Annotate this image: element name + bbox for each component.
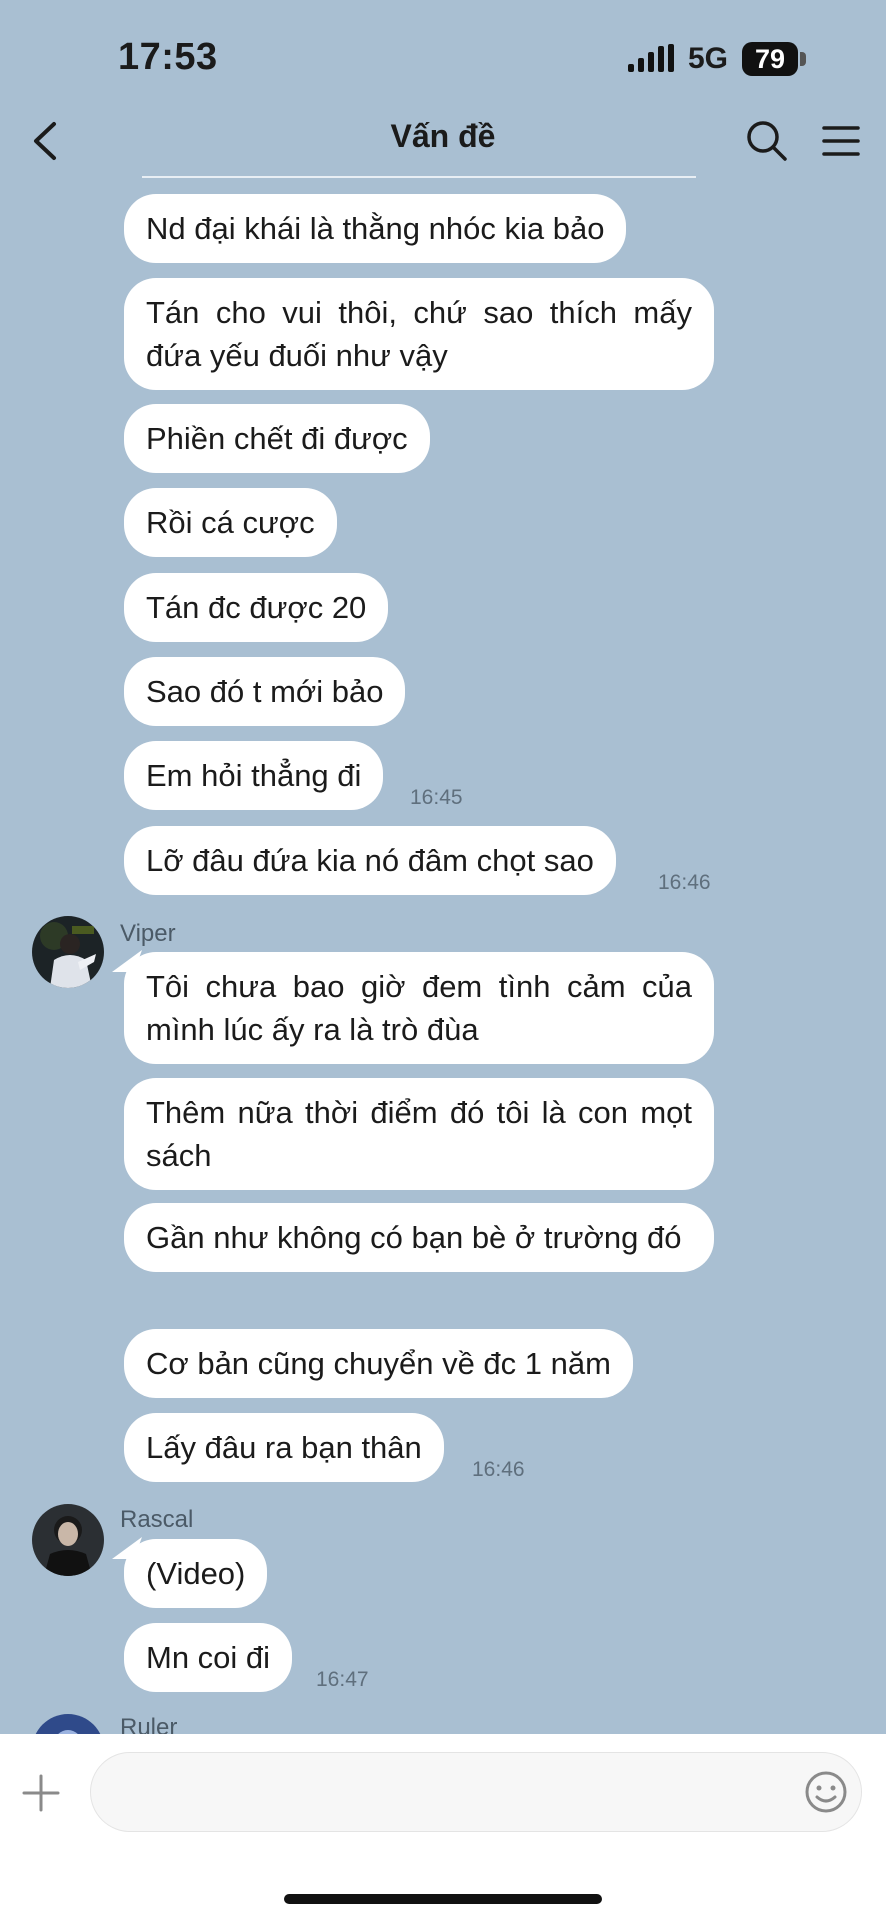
sender-name: Viper	[120, 920, 176, 947]
emoji-icon[interactable]	[804, 1770, 848, 1814]
message-text: Tôi chưa bao giờ đem tình cảm của mình l…	[146, 969, 692, 1047]
message-text: Tán đc được 20	[146, 590, 367, 625]
message-bubble[interactable]: Sao đó t mới bảo	[124, 657, 406, 726]
message-text: (Video)	[146, 1556, 246, 1591]
avatar-image	[32, 916, 104, 988]
menu-icon[interactable]	[816, 116, 866, 166]
chat-area[interactable]: Nd đại khái là thằng nhóc kia bảo Tán ch…	[0, 0, 886, 1734]
message-time: 16:46	[472, 1458, 525, 1481]
message-time: 16:46	[658, 871, 711, 894]
avatar-ruler[interactable]	[32, 1714, 104, 1734]
message-text: Phiền chết đi được	[146, 421, 408, 456]
sender-name: Ruler	[120, 1714, 178, 1734]
message-text: Gần như không có bạn bè ở trường đó	[146, 1220, 682, 1255]
message-text: Sao đó t mới bảo	[146, 674, 384, 709]
message-text: Cơ bản cũng chuyển về đc 1 năm	[146, 1346, 611, 1381]
avatar-image	[32, 1504, 104, 1576]
message-bubble[interactable]: Thêm nữa thời điểm đó tôi là con mọt sác…	[124, 1078, 714, 1190]
message-text: Thêm nữa thời điểm đó tôi là con mọt sác…	[146, 1095, 692, 1173]
message-text: Rồi cá cược	[146, 505, 315, 540]
message-text: Tán cho vui thôi, chứ sao thích mấy đứa …	[146, 295, 692, 373]
home-indicator	[284, 1894, 602, 1904]
message-bubble[interactable]: Phiền chết đi được	[124, 404, 430, 473]
input-bar	[0, 1734, 886, 1920]
message-time: 16:47	[316, 1668, 369, 1691]
message-bubble[interactable]: Cơ bản cũng chuyển về đc 1 năm	[124, 1329, 633, 1398]
search-icon[interactable]	[742, 116, 792, 166]
message-input[interactable]	[90, 1752, 862, 1832]
message-bubble[interactable]: (Video)	[124, 1539, 268, 1608]
message-text: Nd đại khái là thằng nhóc kia bảo	[146, 211, 605, 246]
plus-icon[interactable]	[20, 1772, 62, 1814]
sender-name: Rascal	[120, 1506, 194, 1533]
nav-bar: Vấn đề	[0, 110, 886, 172]
message-bubble[interactable]: Tôi chưa bao giờ đem tình cảm của mình l…	[124, 952, 714, 1064]
message-text: Em hỏi thẳng đi	[146, 758, 362, 793]
message-bubble[interactable]: Lấy đâu ra bạn thân	[124, 1413, 444, 1482]
message-text: Lấy đâu ra bạn thân	[146, 1430, 422, 1465]
message-text: Lỡ đâu đứa kia nó đâm chọt sao	[146, 843, 594, 878]
message-bubble[interactable]: Mn coi đi	[124, 1623, 293, 1692]
message-text: Mn coi đi	[146, 1640, 271, 1675]
divider	[142, 176, 696, 178]
message-bubble[interactable]: Gần như không có bạn bè ở trường đó	[124, 1203, 714, 1272]
message-bubble[interactable]: Nd đại khái là thằng nhóc kia bảo	[124, 194, 627, 263]
avatar-image	[32, 1714, 104, 1734]
avatar-rascal[interactable]	[32, 1504, 104, 1576]
message-bubble[interactable]: Tán cho vui thôi, chứ sao thích mấy đứa …	[124, 278, 714, 390]
message-bubble[interactable]: Em hỏi thẳng đi	[124, 741, 384, 810]
message-bubble[interactable]: Rồi cá cược	[124, 488, 337, 557]
avatar-viper[interactable]	[32, 916, 104, 988]
message-bubble[interactable]: Tán đc được 20	[124, 573, 389, 642]
message-time: 16:45	[410, 786, 463, 809]
message-bubble[interactable]: Lỡ đâu đứa kia nó đâm chọt sao	[124, 826, 616, 895]
